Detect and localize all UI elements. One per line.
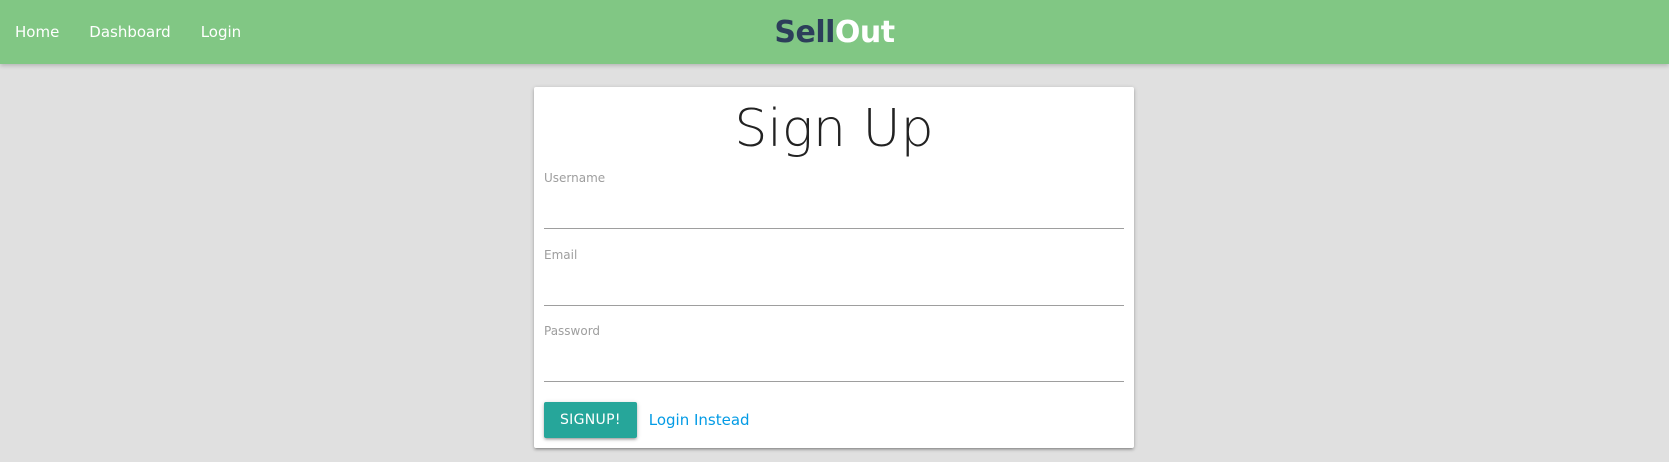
nav-login-link[interactable]: Login [186, 0, 256, 64]
email-label: Email [544, 248, 578, 262]
brand-logo-sell: Sell [774, 15, 835, 50]
password-input[interactable] [544, 346, 1124, 382]
nav-links: Home Dashboard Login [0, 0, 256, 64]
signup-button[interactable]: SIGNUP! [544, 402, 637, 438]
nav-home-link[interactable]: Home [0, 0, 74, 64]
username-input[interactable] [544, 193, 1124, 229]
password-field: Password [544, 324, 1124, 382]
signup-card: Sign Up Username Email Password SIGNUP! … [534, 87, 1134, 448]
nav-dashboard-link[interactable]: Dashboard [74, 0, 185, 64]
login-instead-link[interactable]: Login Instead [649, 411, 750, 429]
form-actions: SIGNUP! Login Instead [544, 402, 750, 438]
top-navbar: Home Dashboard Login SellOut [0, 0, 1669, 64]
username-field: Username [544, 171, 1124, 229]
brand-logo-out: Out [834, 15, 895, 50]
email-field: Email [544, 248, 1124, 306]
brand-logo[interactable]: SellOut [774, 0, 895, 66]
username-label: Username [544, 171, 606, 185]
password-label: Password [544, 324, 601, 338]
page-title: Sign Up [734, 99, 934, 159]
email-input[interactable] [544, 270, 1124, 306]
